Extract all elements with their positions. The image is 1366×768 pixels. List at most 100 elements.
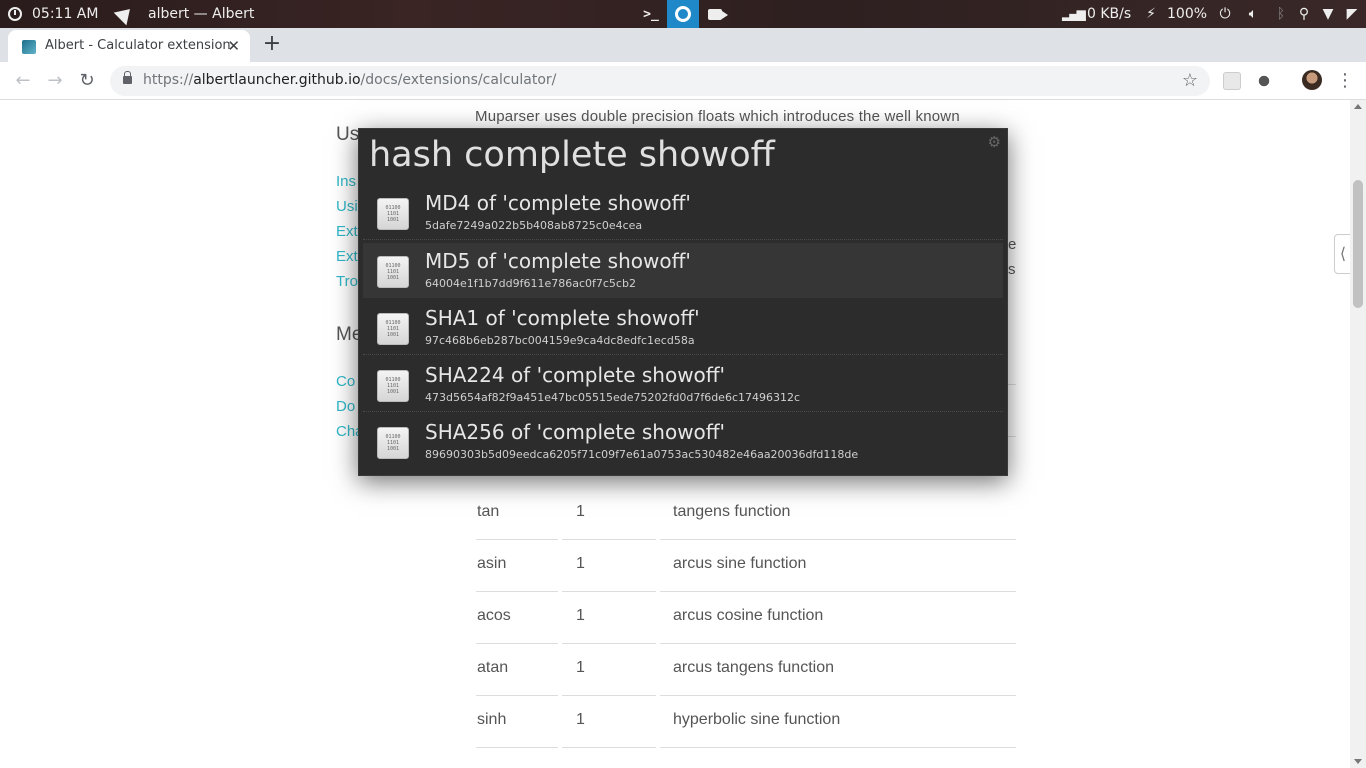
settings-gear-icon[interactable]: ⚙ <box>988 133 1001 151</box>
user-menu-icon[interactable]: ◤ <box>1344 6 1360 22</box>
result-item-md4[interactable]: 01100 1101 1001 MD4 of 'complete showoff' … <box>363 185 1003 240</box>
binary-file-icon: 01100 1101 1001 <box>377 370 409 402</box>
table-row: acos 1 arcus cosine function <box>476 592 1016 644</box>
address-bar[interactable]: https://albertlauncher.github.io/docs/ex… <box>110 66 1210 96</box>
scroll-down-icon[interactable] <box>1354 759 1362 764</box>
location-icon[interactable]: ⚲ <box>1296 6 1312 22</box>
sidebar-link[interactable]: Ext <box>336 248 358 265</box>
forward-arrow-icon[interactable]: → <box>44 70 66 92</box>
sidebar-link[interactable]: Ins <box>336 173 356 190</box>
clock-time: 05:11 AM <box>32 6 99 22</box>
sidebar-link[interactable]: Ext <box>336 223 358 240</box>
chrome-taskbar-button[interactable] <box>667 0 699 28</box>
result-hash: 5dafe7249a022b5b408ab8725c0e4cea <box>425 219 643 232</box>
result-item-sha256[interactable]: 01100 1101 1001 SHA256 of 'complete showof… <box>363 414 1003 469</box>
table-row: sinh 1 hyperbolic sine function <box>476 696 1016 748</box>
battery-charging-icon[interactable]: ⚡ <box>1143 6 1159 22</box>
network-speed: 0 KB/s <box>1087 6 1132 22</box>
url-host: albertlauncher.github.io <box>193 72 361 88</box>
result-item-sha224[interactable]: 01100 1101 1001 SHA224 of 'complete showof… <box>363 357 1003 412</box>
battery-level: 100% <box>1167 6 1208 22</box>
sidebar-link[interactable]: Co <box>336 373 355 390</box>
terminal-taskbar-button[interactable]: >_ <box>635 0 667 28</box>
function-name: acos <box>477 607 511 624</box>
function-args: 1 <box>576 659 585 676</box>
function-args: 1 <box>576 503 585 520</box>
table-row: atan 1 arcus tangens function <box>476 644 1016 696</box>
url-text[interactable]: https://albertlauncher.github.io/docs/ex… <box>143 72 556 88</box>
function-description: tangens function <box>673 503 791 520</box>
url-path: /docs/extensions/calculator/ <box>360 72 557 88</box>
result-hash: 89690303b5d09eedca6205f71c09f7e61a0753ac… <box>425 448 859 461</box>
albert-favicon-icon <box>22 40 36 54</box>
reload-icon[interactable]: ↻ <box>76 70 98 92</box>
function-name: atan <box>477 659 509 676</box>
terminal-icon: >_ <box>643 6 659 22</box>
clock-icon <box>8 7 22 21</box>
bluetooth-icon[interactable]: ᛒ <box>1273 6 1289 22</box>
binary-file-icon: 01100 1101 1001 <box>377 198 409 230</box>
binary-file-icon: 01100 1101 1001 <box>377 427 409 459</box>
table-row: asin 1 arcus sine function <box>476 540 1016 592</box>
bookmark-star-icon[interactable]: ☆ <box>1182 70 1198 91</box>
result-title: SHA1 of 'complete showoff' <box>425 306 700 330</box>
paragraph-fragment: s <box>1008 261 1016 278</box>
function-name: tan <box>477 503 500 520</box>
back-arrow-icon[interactable]: ← <box>12 70 34 92</box>
binary-file-icon: 01100 1101 1001 <box>377 313 409 345</box>
active-window-title: albert — Albert <box>148 6 255 22</box>
chrome-icon <box>675 6 691 22</box>
sidebar-link[interactable]: Do <box>336 398 355 415</box>
browser-tab-active[interactable]: Albert - Calculator extension ✕ <box>8 30 250 62</box>
extension-icon[interactable] <box>1223 72 1241 90</box>
scroll-up-icon[interactable] <box>1354 104 1362 109</box>
extension-mask-icon[interactable] <box>1255 72 1273 90</box>
result-hash: 97c468b6eb287bc004159e9ca4dc8edfc1ecd58a <box>425 334 695 347</box>
tab-close-icon[interactable]: ✕ <box>227 37 240 55</box>
launcher-query-input[interactable]: hash complete showoff <box>369 135 775 175</box>
browser-tab-strip: Albert - Calculator extension ✕ + <box>0 28 1366 62</box>
tab-title: Albert - Calculator extension <box>45 38 231 53</box>
result-item-sha1[interactable]: 01100 1101 1001 SHA1 of 'complete showoff'… <box>363 300 1003 355</box>
result-title: MD5 of 'complete showoff' <box>425 249 691 273</box>
function-args: 1 <box>576 607 585 624</box>
wifi-icon[interactable]: ▼ <box>1320 6 1336 22</box>
function-args: 1 <box>576 711 585 728</box>
lock-icon <box>123 71 132 84</box>
result-title: SHA224 of 'complete showoff' <box>425 363 726 387</box>
browser-menu-icon[interactable]: ⋮ <box>1336 70 1354 92</box>
system-top-panel: 05:11 AM albert — Albert >_ ▂▄▆ 0 KB/s ⚡… <box>0 0 1366 28</box>
camera-icon <box>708 8 728 20</box>
function-description: hyperbolic sine function <box>673 711 841 728</box>
albert-launcher-icon <box>113 2 137 26</box>
sidebar-link[interactable]: Usi <box>336 198 358 215</box>
sidebar-heading-usage: Us <box>336 124 360 145</box>
result-hash: 64004e1f1b7dd9f611e786ac0f7c5cb2 <box>425 277 636 290</box>
page-scrollbar[interactable] <box>1350 100 1366 768</box>
active-window-indicator[interactable]: albert — Albert <box>113 0 255 28</box>
function-description: arcus sine function <box>673 555 807 572</box>
function-args: 1 <box>576 555 585 572</box>
volume-icon[interactable]: 🔈︎ <box>1245 6 1261 22</box>
result-title: MD4 of 'complete showoff' <box>425 191 691 215</box>
function-description: arcus cosine function <box>673 607 824 624</box>
paragraph-fragment: e <box>1008 236 1017 253</box>
function-name: sinh <box>477 711 507 728</box>
result-title: SHA256 of 'complete showoff' <box>425 420 726 444</box>
sidebar-link[interactable]: Tro <box>336 273 358 290</box>
new-tab-button[interactable]: + <box>260 32 284 56</box>
profile-avatar[interactable] <box>1302 70 1322 90</box>
result-item-md5[interactable]: 01100 1101 1001 MD5 of 'complete showoff' … <box>363 243 1003 298</box>
table-row: tan 1 tangens function <box>476 488 1016 540</box>
result-hash: 473d5654af82f9a451e47bc05515ede75202fd0d… <box>425 391 801 404</box>
clock-widget[interactable]: 05:11 AM <box>8 0 98 28</box>
intro-paragraph: Muparser uses double precision floats wh… <box>475 108 960 125</box>
function-description: arcus tangens function <box>673 659 834 676</box>
url-scheme: https:// <box>143 72 194 88</box>
power-icon[interactable]: ⏻ <box>1217 6 1233 22</box>
video-taskbar-button[interactable] <box>699 0 731 28</box>
binary-file-icon: 01100 1101 1001 <box>377 256 409 288</box>
network-signal-icon[interactable]: ▂▄▆ <box>1062 6 1086 22</box>
scrollbar-thumb[interactable] <box>1353 180 1363 308</box>
function-name: asin <box>477 555 507 572</box>
